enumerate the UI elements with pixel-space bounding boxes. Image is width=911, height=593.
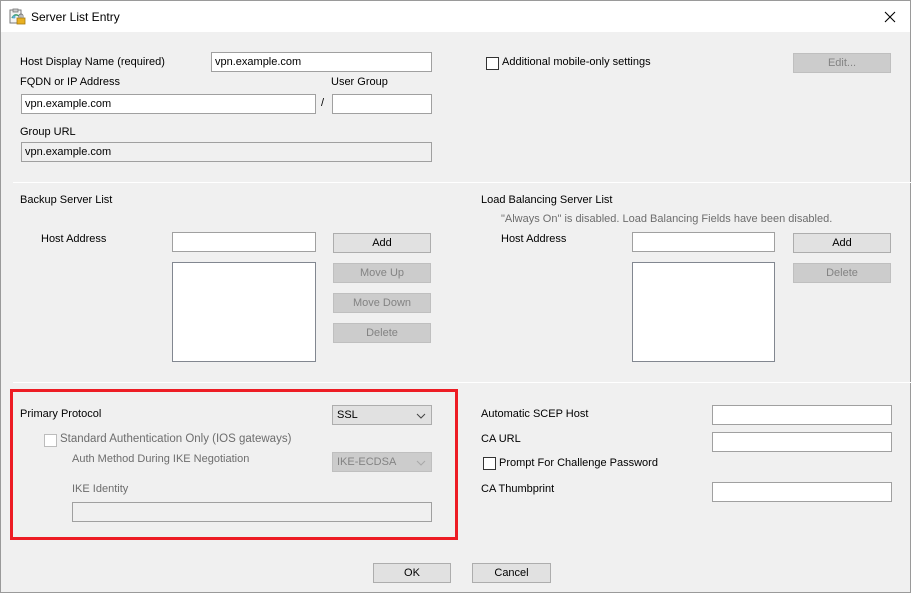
fqdn-input[interactable]: vpn.example.com [21,94,316,114]
user-group-input[interactable] [332,94,432,114]
group-url-label: Group URL [20,126,76,138]
backup-add-button[interactable]: Add [333,233,431,253]
backup-move-up-button[interactable]: Move Up [333,263,431,283]
mobile-settings-checkbox[interactable] [486,57,499,70]
host-display-name-label: Host Display Name (required) [20,56,165,68]
ok-button[interactable]: OK [373,563,451,583]
close-button[interactable] [870,1,910,32]
ca-url-input[interactable] [712,432,892,452]
lb-server-listbox[interactable] [632,262,775,362]
prompt-challenge-checkbox[interactable] [483,457,496,470]
host-display-name-input[interactable]: vpn.example.com [211,52,432,72]
separator-slash: / [321,97,325,109]
prompt-challenge-label: Prompt For Challenge Password [499,457,658,469]
backup-host-address-input[interactable] [172,232,316,252]
highlight-box [10,389,458,540]
load-balancing-list-title: Load Balancing Server List [481,194,613,206]
lb-host-address-label: Host Address [501,233,567,245]
ca-thumbprint-input[interactable] [712,482,892,502]
close-icon [884,11,896,22]
backup-server-list-title: Backup Server List [20,194,113,206]
auto-scep-host-label: Automatic SCEP Host [481,408,589,420]
server-list-entry-dialog: Server List Entry Host Display Name (req… [0,0,911,593]
ca-url-label: CA URL [481,433,521,445]
group-url-field: vpn.example.com [21,142,432,162]
backup-server-listbox[interactable] [172,262,316,362]
auto-scep-host-input[interactable] [712,405,892,425]
lb-host-address-input[interactable] [632,232,775,252]
backup-delete-button[interactable]: Delete [333,323,431,343]
cancel-button[interactable]: Cancel [472,563,551,583]
backup-move-down-button[interactable]: Move Down [333,293,431,313]
ca-thumbprint-label: CA Thumbprint [481,483,555,495]
user-group-label: User Group [331,76,388,88]
load-balancing-notice: "Always On" is disabled. Load Balancing … [501,213,833,225]
section-divider [13,382,911,383]
backup-host-address-label: Host Address [41,233,107,245]
title-bar: Server List Entry [1,1,910,32]
section-divider [13,182,911,183]
server-list-app-icon [9,8,26,25]
lb-add-button[interactable]: Add [793,233,891,253]
edit-button[interactable]: Edit... [793,53,891,73]
window-title: Server List Entry [31,10,120,24]
lb-delete-button[interactable]: Delete [793,263,891,283]
fqdn-label: FQDN or IP Address [20,76,121,88]
mobile-settings-label: Additional mobile-only settings [502,56,651,68]
